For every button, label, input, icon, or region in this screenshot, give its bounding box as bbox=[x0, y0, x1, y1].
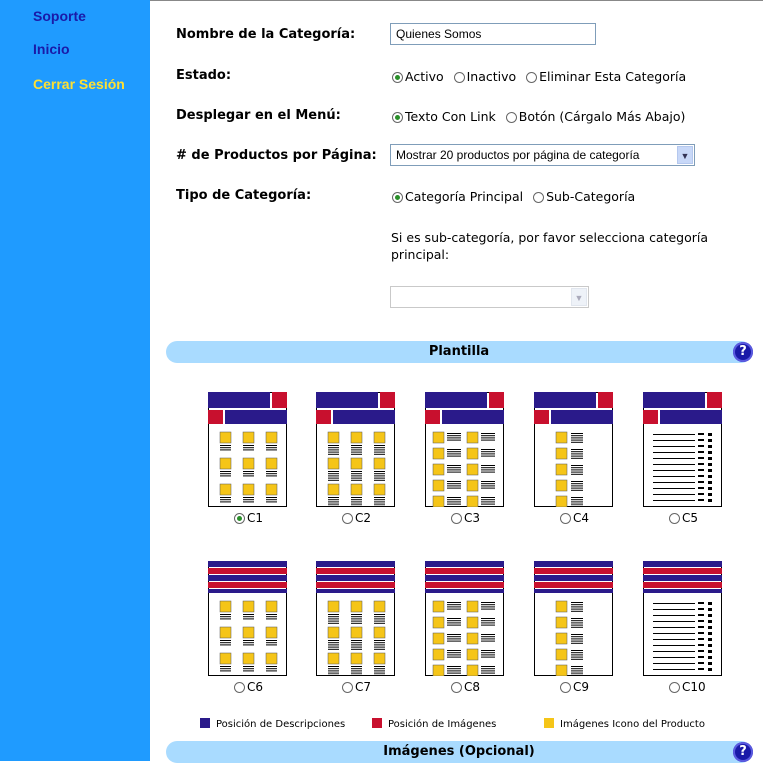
template-thumbnail-c1[interactable] bbox=[208, 392, 287, 507]
products-label: # de Productos por Página: bbox=[176, 148, 377, 163]
tipo-option-label: Categoría Principal bbox=[405, 189, 524, 204]
legend-label: Imágenes Icono del Producto bbox=[560, 719, 705, 730]
radio-icon bbox=[526, 72, 538, 83]
template-thumbnail-c4[interactable] bbox=[534, 392, 613, 507]
sidebar-item-cerrar-sesion[interactable]: Cerrar Sesión bbox=[33, 76, 125, 92]
radio-icon bbox=[451, 513, 462, 524]
menu-option-boton[interactable]: Botón (Cárgalo Más Abajo) bbox=[505, 109, 686, 124]
template-option-c6[interactable]: C6 bbox=[234, 680, 263, 694]
legend-label: Posición de Descripciones bbox=[216, 719, 346, 730]
help-icon[interactable]: ? bbox=[733, 742, 753, 762]
radio-icon bbox=[505, 112, 517, 123]
chevron-down-icon[interactable]: ▼ bbox=[571, 288, 587, 306]
menu-option-label: Texto Con Link bbox=[405, 109, 496, 124]
template-thumbnail-c5[interactable] bbox=[643, 392, 722, 507]
estado-option-label: Inactivo bbox=[466, 69, 517, 84]
legend-descripciones: Posición de Descripciones bbox=[200, 718, 345, 730]
template-thumbnail-c7[interactable] bbox=[316, 561, 395, 676]
template-option-c3[interactable]: C3 bbox=[451, 511, 480, 525]
estado-option-eliminar[interactable]: Eliminar Esta Categoría bbox=[526, 69, 686, 84]
name-label: Nombre de la Categoría: bbox=[176, 27, 356, 42]
tipo-option-sub[interactable]: Sub-Categoría bbox=[533, 189, 635, 204]
radio-icon bbox=[453, 72, 465, 83]
radio-icon bbox=[342, 513, 353, 524]
template-option-c9[interactable]: C9 bbox=[560, 680, 589, 694]
template-option-c10[interactable]: C10 bbox=[669, 680, 706, 694]
radio-icon bbox=[669, 513, 680, 524]
template-option-label: C9 bbox=[573, 680, 590, 694]
radio-selected-icon bbox=[234, 513, 245, 524]
menu-option-label: Botón (Cárgalo Más Abajo) bbox=[518, 109, 686, 124]
top-divider bbox=[150, 0, 763, 1]
template-option-label: C7 bbox=[355, 680, 372, 694]
tipo-label: Tipo de Categoría: bbox=[176, 188, 312, 203]
sub-category-help-text: Si es sub-categoría, por favor seleccion… bbox=[391, 230, 709, 262]
menu-option-texto[interactable]: Texto Con Link bbox=[392, 109, 496, 124]
radio-icon bbox=[234, 682, 245, 693]
template-thumbnail-c2[interactable] bbox=[316, 392, 395, 507]
products-per-page-select[interactable]: Mostrar 20 productos por página de categ… bbox=[390, 144, 695, 166]
menu-label: Desplegar en el Menú: bbox=[176, 108, 341, 123]
template-thumbnail-c9[interactable] bbox=[534, 561, 613, 676]
template-option-c2[interactable]: C2 bbox=[342, 511, 371, 525]
legend-swatch bbox=[544, 718, 554, 728]
estado-label: Estado: bbox=[176, 68, 232, 83]
template-option-label: C4 bbox=[573, 511, 590, 525]
sidebar: Soporte Inicio Cerrar Sesión bbox=[0, 0, 148, 761]
radio-selected-icon bbox=[392, 112, 403, 123]
imagenes-title: Imágenes (Opcional) bbox=[383, 744, 535, 759]
template-option-c5[interactable]: C5 bbox=[669, 511, 698, 525]
template-option-label: C10 bbox=[682, 680, 706, 694]
parent-category-select[interactable]: ▼ bbox=[390, 286, 589, 308]
radio-icon bbox=[342, 682, 353, 693]
help-icon[interactable]: ? bbox=[733, 342, 753, 362]
radio-icon bbox=[533, 192, 545, 203]
template-option-label: C1 bbox=[247, 511, 264, 525]
plantilla-section-header: Plantilla ? bbox=[166, 341, 753, 363]
template-thumbnail-c3[interactable] bbox=[425, 392, 504, 507]
template-option-label: C6 bbox=[247, 680, 264, 694]
radio-selected-icon bbox=[392, 72, 403, 83]
estado-option-inactivo[interactable]: Inactivo bbox=[453, 69, 517, 84]
tipo-radio-group: Categoría Principal Sub-Categoría bbox=[392, 189, 641, 204]
radio-icon bbox=[451, 682, 462, 693]
legend-swatch bbox=[372, 718, 382, 728]
estado-option-activo[interactable]: Activo bbox=[392, 69, 444, 84]
template-thumbnail-c8[interactable] bbox=[425, 561, 504, 676]
legend-iconos: Imágenes Icono del Producto bbox=[544, 718, 705, 730]
template-option-label: C2 bbox=[355, 511, 372, 525]
legend-imagenes: Posición de Imágenes bbox=[372, 718, 496, 730]
sidebar-item-inicio[interactable]: Inicio bbox=[33, 41, 70, 57]
category-name-input[interactable]: Quienes Somos bbox=[390, 23, 596, 45]
radio-icon bbox=[669, 682, 680, 693]
radio-icon bbox=[560, 513, 571, 524]
radio-selected-icon bbox=[392, 192, 403, 203]
estado-radio-group: Activo Inactivo Eliminar Esta Categoría bbox=[392, 69, 692, 84]
chevron-down-icon[interactable]: ▼ bbox=[677, 146, 693, 164]
template-option-c4[interactable]: C4 bbox=[560, 511, 589, 525]
template-option-c8[interactable]: C8 bbox=[451, 680, 480, 694]
legend-label: Posición de Imágenes bbox=[388, 719, 497, 730]
template-option-label: C3 bbox=[464, 511, 481, 525]
estado-option-label: Eliminar Esta Categoría bbox=[539, 69, 687, 84]
plantilla-title: Plantilla bbox=[428, 344, 490, 359]
radio-icon bbox=[560, 682, 571, 693]
imagenes-section-header: Imágenes (Opcional) ? bbox=[166, 741, 753, 763]
template-option-c7[interactable]: C7 bbox=[342, 680, 371, 694]
template-option-c1[interactable]: C1 bbox=[234, 511, 263, 525]
tipo-option-label: Sub-Categoría bbox=[546, 189, 636, 204]
tipo-option-principal[interactable]: Categoría Principal bbox=[392, 189, 523, 204]
estado-option-label: Activo bbox=[405, 69, 444, 84]
sidebar-border bbox=[148, 0, 150, 761]
template-thumbnail-c10[interactable] bbox=[643, 561, 722, 676]
sidebar-item-soporte[interactable]: Soporte bbox=[33, 8, 86, 24]
template-option-label: C8 bbox=[464, 680, 481, 694]
template-thumbnail-c6[interactable] bbox=[208, 561, 287, 676]
products-select-value: Mostrar 20 productos por página de categ… bbox=[396, 148, 640, 162]
legend-swatch bbox=[200, 718, 210, 728]
menu-radio-group: Texto Con Link Botón (Cárgalo Más Abajo) bbox=[392, 109, 691, 124]
template-option-label: C5 bbox=[682, 511, 699, 525]
